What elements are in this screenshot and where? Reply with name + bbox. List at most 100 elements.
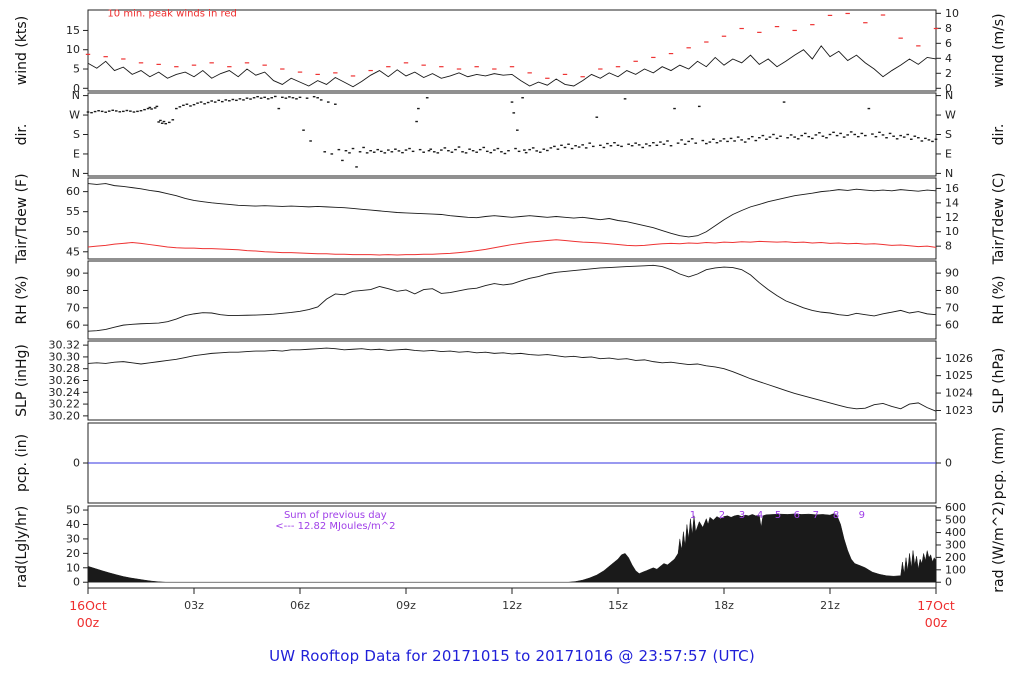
series-wind-direction-deg-point [574, 145, 577, 147]
y-tick-label-right-wind: 8 [945, 22, 952, 35]
series-wind-direction-deg-point [457, 146, 461, 148]
series-wind-direction-deg-point [118, 111, 122, 113]
y-tick-label-right-temp: 14 [945, 196, 959, 209]
y-tick-label-right-slp: 1024 [945, 387, 973, 400]
y-tick-label-left-rh: 70 [66, 301, 80, 314]
series-wind-direction-deg-point [793, 136, 796, 138]
series-wind-direction-deg-point [634, 142, 637, 144]
series-wind-direction-deg-point [913, 135, 917, 137]
y-tick-label-right-temp: 12 [945, 211, 959, 224]
series-wind-direction-deg-point [917, 137, 920, 139]
series-wind-direction-deg-point [107, 110, 111, 112]
y-tick-label-left-slp: 30.30 [49, 350, 81, 363]
series-wind-direction-deg-point [839, 132, 842, 135]
series-wind-direction-deg-point [878, 131, 881, 134]
series-wind-direction-deg-point [450, 151, 454, 153]
y-tick-label-left-wind: 10 [66, 43, 80, 56]
series-wind-direction-deg-point [162, 120, 166, 123]
series-wind-direction-deg-point [627, 143, 630, 145]
series-wind-direction-deg-point [846, 134, 849, 136]
series-wind-direction-deg-point [401, 151, 404, 154]
series-wind-direction-deg-point [736, 136, 740, 138]
series-wind-direction-deg-point [489, 151, 493, 154]
series-wind-direction-deg-point [516, 129, 519, 131]
series-wind-direction-deg-point [213, 101, 217, 103]
series-wind-direction-deg-point [281, 96, 284, 99]
series-wind-direction-deg-point [500, 151, 503, 153]
series-wind-direction-deg-point [334, 103, 337, 105]
panel-dir-box [87, 92, 937, 177]
y-tick-label-left-slp: 30.22 [49, 398, 81, 411]
series-wind-direction-deg-point [542, 148, 546, 150]
y-tick-label-left-rad: 50 [66, 504, 80, 517]
x-end-hour-label: 00z [925, 615, 948, 630]
series-wind-direction-deg-point [782, 101, 786, 103]
series-wind-direction-deg-point [722, 138, 726, 140]
y-axis-title-right-dir: dir. [991, 124, 1007, 146]
series-wind-direction-deg-point [726, 140, 729, 143]
series-wind-direction-deg-point [538, 151, 542, 153]
series-wind-direction-deg-point [298, 96, 302, 99]
series-wind-direction-deg-point [362, 146, 365, 149]
series-wind-direction-deg-point [750, 135, 754, 138]
x-tick-label: 09z [396, 599, 416, 612]
y-tick-label-left-temp: 50 [66, 225, 80, 238]
series-wind-direction-deg-point [690, 138, 694, 140]
series-wind-direction-deg-point [832, 131, 835, 134]
series-wind-direction-deg-point [599, 144, 602, 147]
series-wind-direction-deg-point [432, 151, 436, 153]
page-title: UW Rooftop Data for 20171015 to 20171016… [269, 647, 755, 665]
series-wind-direction-deg-point [93, 110, 97, 113]
y-tick-label-right-dir: W [945, 109, 956, 122]
series-wind-direction-deg-point [242, 99, 245, 101]
series-wind-direction-deg-point [478, 148, 482, 151]
series-wind-direction-deg-point [715, 142, 719, 144]
series-wind-direction-deg-point [856, 135, 860, 138]
series-wind-direction-deg-point [461, 151, 464, 153]
y-tick-label-right-rad: 400 [945, 526, 966, 539]
y-tick-label-left-rad: 40 [66, 518, 80, 531]
series-wind-direction-deg-point [210, 100, 213, 102]
y-tick-label-left-rh: 80 [66, 284, 80, 297]
series-wind-direction-deg-point [203, 103, 206, 105]
y-tick-label-left-slp: 30.26 [49, 374, 81, 387]
y-axis-title-right-rh: RH (%) [991, 276, 1007, 325]
y-tick-label-right-slp: 1023 [945, 404, 973, 417]
series-wind-direction-deg-point [835, 134, 839, 137]
y-tick-label-left-dir: N [72, 167, 80, 180]
y-tick-label-right-slp: 1026 [945, 352, 973, 365]
series-wind-direction-deg-point [482, 146, 486, 149]
series-wind-direction-deg-point [811, 137, 814, 140]
y-tick-label-left-pcp: 0 [73, 457, 80, 470]
series-wind-direction-deg-point [786, 137, 789, 139]
series-wind-direction-deg-point [150, 108, 153, 110]
series-wind-direction-deg-point [920, 140, 924, 142]
series-wind-direction-deg-point [549, 147, 553, 149]
series-wind-direction-deg-point [249, 98, 252, 100]
x-tick-label: 21z [820, 599, 840, 612]
series-relative-humidity-pct [87, 264, 937, 332]
series-wind-direction-deg-point [284, 97, 288, 99]
series-wind-direction-deg-point [888, 132, 892, 135]
series-wind-direction-deg-point [818, 132, 821, 134]
series-wind-direction-deg-point [775, 137, 779, 140]
series-wind-direction-deg-point [524, 151, 528, 154]
series-wind-direction-deg-point [217, 99, 221, 102]
series-wind-direction-deg-point [252, 97, 256, 99]
series-wind-direction-deg-point [556, 148, 560, 150]
series-wind-direction-deg-point [178, 106, 182, 108]
rad-event-marker-7: 7 [813, 510, 819, 521]
series-wind-direction-deg-point [800, 134, 804, 137]
series-wind-direction-deg-point [256, 95, 259, 98]
series-wind-direction-deg-point [652, 142, 655, 144]
series-wind-direction-deg-point [719, 140, 722, 142]
series-wind-direction-deg-point [535, 150, 539, 152]
series-wind-direction-deg-point [369, 150, 372, 152]
series-wind-direction-deg-point [701, 139, 705, 142]
series-wind-direction-deg-point [779, 135, 782, 137]
x-end-date-label: 17Oct [917, 598, 955, 613]
y-axis-title-left-slp: SLP (inHg) [14, 344, 30, 417]
series-wind-direction-deg-point [358, 151, 362, 153]
series-wind-direction-deg-point [330, 153, 334, 155]
y-tick-label-left-rad: 30 [66, 532, 80, 545]
